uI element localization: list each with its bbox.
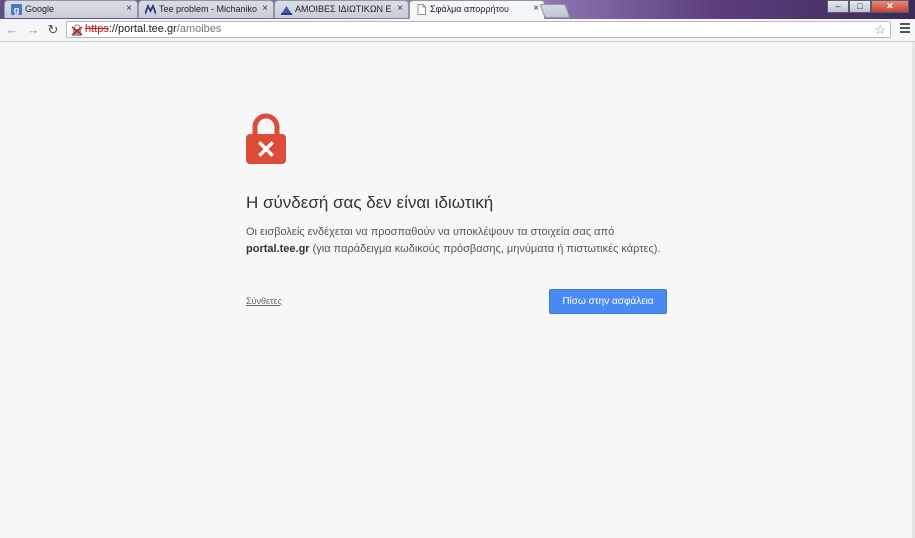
- google-favicon-icon: g: [11, 4, 22, 15]
- insecure-lock-icon[interactable]: [71, 24, 83, 36]
- tab-michanikoi[interactable]: Tee problem - Michanikoi ×: [138, 0, 274, 18]
- close-tab-icon[interactable]: ×: [533, 3, 539, 14]
- back-icon[interactable]: ←: [4, 22, 20, 37]
- page-icon: [417, 4, 426, 15]
- close-tab-icon[interactable]: ×: [126, 3, 132, 14]
- back-to-safety-button[interactable]: Πίσω στην ασφάλεια: [549, 289, 667, 314]
- reload-icon[interactable]: ↻: [45, 22, 61, 38]
- window-controls: – □ ✕: [827, 0, 909, 14]
- svg-text:g: g: [14, 5, 20, 15]
- maximize-button[interactable]: □: [849, 0, 871, 13]
- michanikoi-favicon-icon: [145, 4, 156, 15]
- warning-text-line1: Οι εισβολείς ενδέχεται να προσπαθούν να …: [246, 226, 615, 238]
- tab-title: Tee problem - Michanikoi: [159, 4, 257, 14]
- close-tab-icon[interactable]: ×: [397, 3, 403, 14]
- url-host: portal.tee.gr: [118, 23, 177, 35]
- title-bar: g Google × Tee problem - Michanikoi × ΑΜ…: [0, 0, 915, 19]
- new-tab-button[interactable]: [539, 4, 571, 18]
- close-window-button[interactable]: ✕: [871, 0, 909, 13]
- tab-privacy-error[interactable]: Σφάλμα απορρήτου ×: [409, 0, 545, 19]
- tab-title: Google: [25, 4, 55, 14]
- tab-title: Σφάλμα απορρήτου: [430, 4, 509, 14]
- url-separator: ://: [108, 23, 119, 35]
- warning-text-line2: portal.tee.gr (για παράδειγμα κωδικούς π…: [246, 243, 660, 255]
- close-tab-icon[interactable]: ×: [262, 3, 268, 14]
- menu-icon[interactable]: [900, 23, 910, 35]
- warning-host: portal.tee.gr: [246, 243, 310, 255]
- tab-title: ΑΜΟΙΒΕΣ ΙΔΙΩΤΙΚΩΝ ΕΡΓΩ: [295, 4, 392, 14]
- page-title: Η σύνδεσή σας δεν είναι ιδιωτική: [246, 193, 494, 212]
- url-text: https://portal.tee.gr/amoibes: [85, 23, 221, 35]
- browser-toolbar: ← → ↻ https://portal.tee.gr/amoibes ☆: [0, 19, 915, 42]
- tab-google[interactable]: g Google ×: [4, 0, 138, 18]
- minimize-button[interactable]: –: [827, 0, 849, 13]
- forward-icon[interactable]: →: [25, 22, 41, 37]
- url-scheme: https: [85, 23, 109, 35]
- tee-favicon-icon: [281, 6, 292, 15]
- address-bar[interactable]: https://portal.tee.gr/amoibes ☆: [66, 21, 891, 38]
- advanced-link[interactable]: Σύνθετες: [246, 296, 282, 306]
- warning-text-rest: (για παράδειγμα κωδικούς πρόσβασης, μηνύ…: [309, 243, 661, 255]
- bookmark-star-icon[interactable]: ☆: [874, 22, 886, 38]
- red-lock-icon: [246, 113, 286, 164]
- url-path: /amoibes: [176, 23, 222, 35]
- tab-amoibes[interactable]: ΑΜΟΙΒΕΣ ΙΔΙΩΤΙΚΩΝ ΕΡΓΩ ×: [274, 0, 409, 18]
